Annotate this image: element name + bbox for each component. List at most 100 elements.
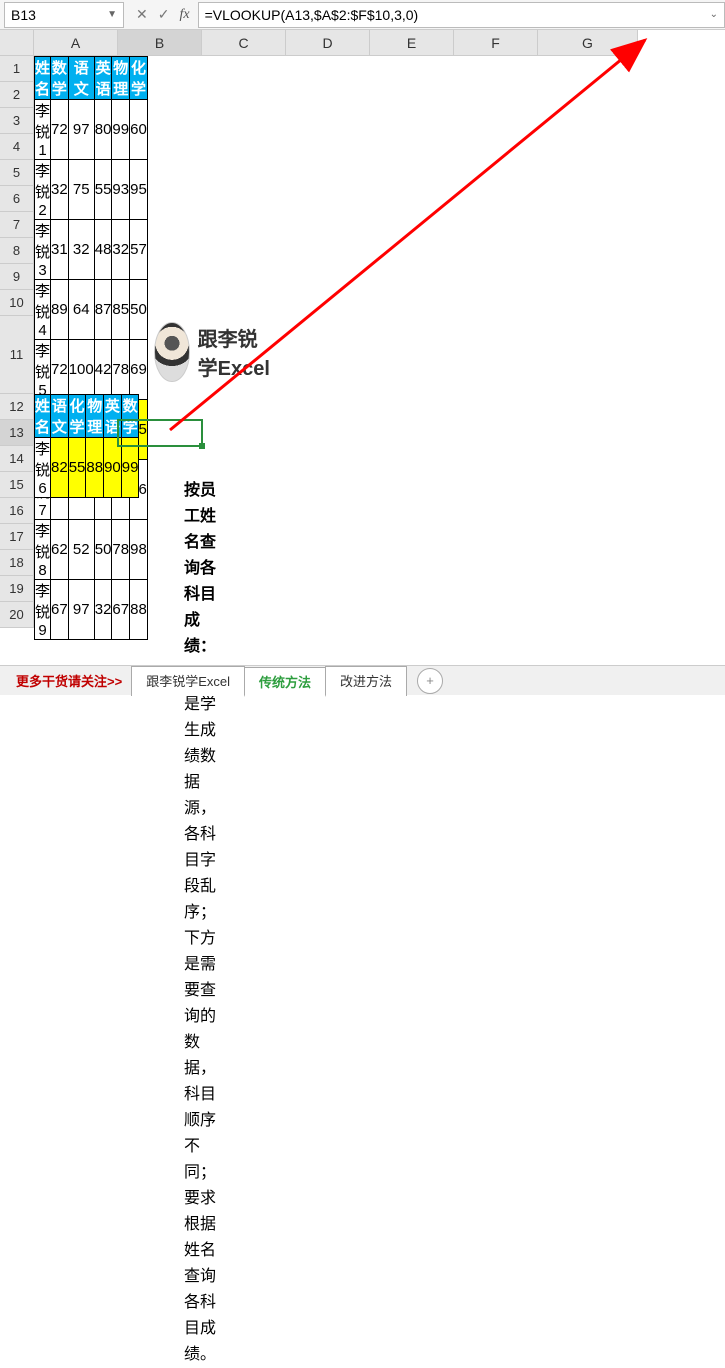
- table1-cell[interactable]: 72: [51, 100, 69, 160]
- row-header-11[interactable]: 11: [0, 316, 34, 394]
- row-header-20[interactable]: 20: [0, 602, 34, 628]
- column-header-F[interactable]: F: [454, 30, 538, 56]
- select-all-corner[interactable]: [0, 30, 34, 56]
- column-header-G[interactable]: G: [538, 30, 638, 56]
- row-header-7[interactable]: 7: [0, 212, 34, 238]
- sheet-tab[interactable]: 传统方法: [244, 667, 326, 697]
- column-header-A[interactable]: A: [34, 30, 118, 56]
- table1-cell[interactable]: 80: [94, 100, 112, 160]
- column-header-B[interactable]: B: [118, 30, 202, 56]
- table1-cell[interactable]: 李锐4: [35, 280, 51, 340]
- row-header-18[interactable]: 18: [0, 550, 34, 576]
- row-header-14[interactable]: 14: [0, 446, 34, 472]
- row-header-13[interactable]: 13: [0, 420, 34, 446]
- table1-cell[interactable]: 李锐2: [35, 160, 51, 220]
- table1-cell[interactable]: 李锐8: [35, 520, 51, 580]
- sheet-tab[interactable]: 跟李锐学Excel: [131, 666, 245, 696]
- table1-cell[interactable]: 32: [94, 580, 112, 640]
- table1-header[interactable]: 语文: [68, 57, 94, 100]
- table1-cell[interactable]: 42: [94, 340, 112, 400]
- table1-cell[interactable]: 75: [68, 160, 94, 220]
- cancel-icon[interactable]: ✕: [136, 6, 148, 23]
- table1-cell[interactable]: 78: [112, 340, 130, 400]
- table1-cell[interactable]: 69: [130, 340, 148, 400]
- table1-cell[interactable]: 50: [130, 280, 148, 340]
- table1-header[interactable]: 英语: [94, 57, 112, 100]
- table1-cell[interactable]: 67: [112, 580, 130, 640]
- table1-cell[interactable]: 67: [51, 580, 69, 640]
- table1-cell[interactable]: 99: [112, 100, 130, 160]
- table1-cell[interactable]: 李锐1: [35, 100, 51, 160]
- table1-cell[interactable]: 李锐5: [35, 340, 51, 400]
- row-header-15[interactable]: 15: [0, 472, 34, 498]
- table2-cell[interactable]: 99: [121, 438, 139, 498]
- lookup-result-table[interactable]: 姓名语文化学物理英语数学李锐68255889099: [34, 394, 139, 498]
- table2-header[interactable]: 语文: [51, 395, 69, 438]
- table2-header[interactable]: 物理: [86, 395, 104, 438]
- table1-cell[interactable]: 60: [130, 100, 148, 160]
- table2-cell[interactable]: 55: [68, 438, 86, 498]
- row-header-8[interactable]: 8: [0, 238, 34, 264]
- table1-cell[interactable]: 97: [68, 100, 94, 160]
- row-header-6[interactable]: 6: [0, 186, 34, 212]
- add-sheet-button[interactable]: +: [417, 668, 443, 694]
- table1-cell[interactable]: 32: [68, 220, 94, 280]
- table1-cell[interactable]: 78: [112, 520, 130, 580]
- row-header-4[interactable]: 4: [0, 134, 34, 160]
- table1-cell[interactable]: 64: [68, 280, 94, 340]
- column-header-C[interactable]: C: [202, 30, 286, 56]
- table1-cell[interactable]: 85: [112, 280, 130, 340]
- name-box-dropdown-icon[interactable]: ▼: [107, 9, 117, 20]
- formula-input[interactable]: =VLOOKUP(A13,$A$2:$F$10,3,0) ⌄: [198, 2, 725, 28]
- table1-cell[interactable]: 89: [51, 280, 69, 340]
- table1-cell[interactable]: 95: [130, 160, 148, 220]
- table1-header[interactable]: 数学: [51, 57, 69, 100]
- fill-handle[interactable]: [199, 443, 205, 449]
- formula-expand-icon[interactable]: ⌄: [710, 9, 718, 20]
- table1-header[interactable]: 化学: [130, 57, 148, 100]
- table1-cell[interactable]: 98: [130, 520, 148, 580]
- sheet-tab[interactable]: 改进方法: [325, 666, 407, 696]
- table1-cell[interactable]: 87: [94, 280, 112, 340]
- table2-cell[interactable]: 82: [51, 438, 69, 498]
- table2-cell[interactable]: 88: [86, 438, 104, 498]
- table1-cell[interactable]: 48: [94, 220, 112, 280]
- column-header-D[interactable]: D: [286, 30, 370, 56]
- table1-cell[interactable]: 李锐3: [35, 220, 51, 280]
- promo-link[interactable]: 更多干货请关注>>: [6, 671, 132, 690]
- table2-header[interactable]: 英语: [104, 395, 122, 438]
- table1-cell[interactable]: 57: [130, 220, 148, 280]
- row-header-5[interactable]: 5: [0, 160, 34, 186]
- confirm-icon[interactable]: ✓: [158, 6, 170, 23]
- row-header-17[interactable]: 17: [0, 524, 34, 550]
- table1-cell[interactable]: 32: [112, 220, 130, 280]
- row-header-1[interactable]: 1: [0, 56, 34, 82]
- row-header-16[interactable]: 16: [0, 498, 34, 524]
- row-header-12[interactable]: 12: [0, 394, 34, 420]
- table2-header[interactable]: 数学: [121, 395, 139, 438]
- fx-icon[interactable]: fx: [179, 7, 189, 23]
- table1-header[interactable]: 姓名: [35, 57, 51, 100]
- source-data-table[interactable]: 姓名数学语文英语物理化学李锐17297809960李锐23275559395李锐…: [34, 56, 148, 640]
- table2-cell[interactable]: 李锐6: [35, 438, 51, 498]
- row-header-19[interactable]: 19: [0, 576, 34, 602]
- row-header-9[interactable]: 9: [0, 264, 34, 290]
- table1-cell[interactable]: 50: [94, 520, 112, 580]
- column-header-E[interactable]: E: [370, 30, 454, 56]
- name-box[interactable]: B13 ▼: [4, 2, 124, 28]
- table2-header[interactable]: 化学: [68, 395, 86, 438]
- table1-cell[interactable]: 72: [51, 340, 69, 400]
- table1-header[interactable]: 物理: [112, 57, 130, 100]
- table1-cell[interactable]: 97: [68, 580, 94, 640]
- table1-cell[interactable]: 88: [130, 580, 148, 640]
- row-header-2[interactable]: 2: [0, 82, 34, 108]
- table1-cell[interactable]: 100: [68, 340, 94, 400]
- row-header-10[interactable]: 10: [0, 290, 34, 316]
- row-header-3[interactable]: 3: [0, 108, 34, 134]
- table1-cell[interactable]: 李锐9: [35, 580, 51, 640]
- table1-cell[interactable]: 93: [112, 160, 130, 220]
- table1-cell[interactable]: 62: [51, 520, 69, 580]
- table1-cell[interactable]: 31: [51, 220, 69, 280]
- table2-header[interactable]: 姓名: [35, 395, 51, 438]
- table1-cell[interactable]: 32: [51, 160, 69, 220]
